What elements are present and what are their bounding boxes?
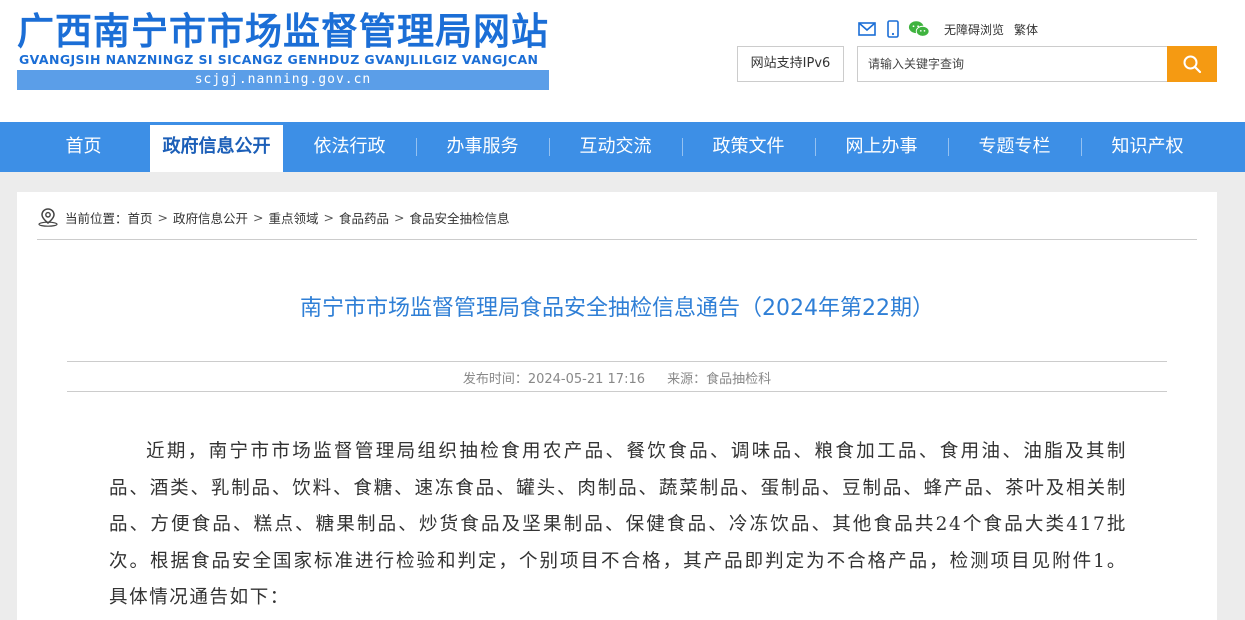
mail-icon[interactable] — [856, 19, 878, 39]
site-title-pinyin: GVANGJSIH NANZNINGZ SI SICANGZ GENHDUZ G… — [19, 52, 539, 67]
nav-ip[interactable]: 知识产权 — [1081, 122, 1214, 172]
article-source: 来源：食品抽检科 — [667, 372, 772, 387]
nav-services[interactable]: 办事服务 — [416, 122, 549, 172]
nav-gov-info[interactable]: 政府信息公开 — [150, 125, 283, 172]
site-title: 广西南宁市市场监督管理局网站 — [17, 10, 549, 53]
nav-policy[interactable]: 政策文件 — [682, 122, 815, 172]
article-paragraph: 近期，南宁市市场监督管理局组织抽检食用农产品、餐饮食品、调味品、粮食加工品、食用… — [109, 441, 1127, 608]
breadcrumb-item[interactable]: 重点领域 — [269, 208, 319, 227]
breadcrumb-separator: > — [253, 209, 264, 225]
breadcrumb-divider — [37, 239, 1197, 240]
breadcrumb-separator: > — [157, 209, 169, 225]
search-button[interactable] — [1167, 46, 1217, 82]
nav-online[interactable]: 网上办事 — [815, 122, 948, 172]
site-domain: scjgj.nanning.gov.cn — [17, 70, 549, 90]
nav-home[interactable]: 首页 — [17, 122, 150, 172]
location-icon — [37, 207, 59, 227]
mobile-icon[interactable] — [882, 19, 904, 39]
nav-law[interactable]: 依法行政 — [283, 122, 416, 172]
nav-topics[interactable]: 专题专栏 — [948, 122, 1081, 172]
publish-time: 发布时间：2024-05-21 17:16 — [462, 372, 645, 387]
breadcrumb-item[interactable]: 食品药品 — [339, 208, 389, 227]
search-box — [857, 46, 1167, 82]
content-panel: 当前位置： 首页 > 政府信息公开 > 重点领域 > 食品药品 > 食品安全抽检… — [17, 192, 1217, 620]
meta-divider-bottom — [67, 391, 1167, 392]
ipv6-badge: 网站支持IPv6 — [737, 46, 844, 82]
breadcrumb-separator: > — [323, 209, 335, 225]
traditional-chinese-link[interactable]: 繁体 — [1014, 21, 1038, 38]
nav-interaction[interactable]: 互动交流 — [549, 122, 682, 172]
search-input[interactable] — [858, 47, 1167, 81]
article-meta: 发布时间：2024-05-21 17:16 来源：食品抽检科 — [17, 368, 1217, 387]
main-nav: 首页 政府信息公开 依法行政 办事服务 互动交流 政策文件 网上办事 专题专栏 … — [0, 122, 1245, 172]
site-logo[interactable]: 广西南宁市市场监督管理局网站 GVANGJSIH NANZNINGZ SI SI… — [17, 10, 551, 90]
breadcrumb-separator: > — [394, 209, 405, 225]
breadcrumb-item[interactable]: 政府信息公开 — [173, 208, 248, 227]
accessible-browse-link[interactable]: 无障碍浏览 — [944, 21, 1004, 38]
meta-divider-top — [67, 361, 1167, 362]
article-title: 南宁市市场监督管理局食品安全抽检信息通告（2024年第22期） — [300, 296, 934, 321]
breadcrumb-item[interactable]: 食品安全抽检信息 — [410, 208, 510, 227]
site-header: 广西南宁市市场监督管理局网站 GVANGJSIH NANZNINGZ SI SI… — [0, 0, 1245, 122]
wechat-icon[interactable] — [908, 19, 930, 39]
breadcrumb-prefix: 当前位置： — [65, 210, 128, 226]
breadcrumb: 当前位置： 首页 > 政府信息公开 > 重点领域 > 食品药品 > 食品安全抽检… — [37, 206, 510, 228]
breadcrumb-item[interactable]: 首页 — [128, 208, 153, 227]
search-icon — [1183, 55, 1202, 74]
top-tools: 无障碍浏览 繁体 — [856, 18, 1038, 40]
